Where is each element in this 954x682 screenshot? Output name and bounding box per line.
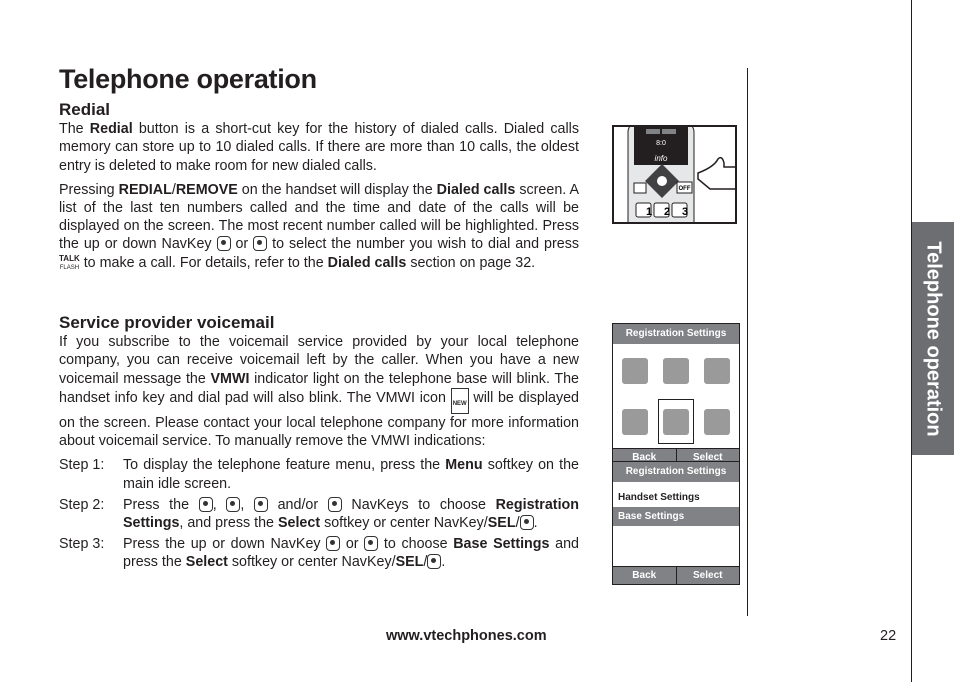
- vmwi-icon: NEW: [450, 387, 469, 415]
- page-title: Telephone operation: [59, 64, 317, 94]
- divider: [747, 68, 748, 616]
- navkey-down-icon: [226, 496, 241, 512]
- voicemail-section: Service provider voicemail If you subscr…: [59, 313, 580, 575]
- page-number: 22: [880, 628, 897, 644]
- svg-text:info: info: [655, 154, 668, 163]
- svg-text:2: 2: [664, 206, 670, 218]
- navkey-right-icon: [327, 496, 342, 512]
- section-heading: Redial: [59, 100, 111, 119]
- registration-settings-icon-screen: Registration Settings Back Select: [612, 323, 740, 467]
- navkey-up-icon: [326, 536, 341, 552]
- back-softkey[interactable]: Back: [613, 567, 676, 584]
- folder-picture-icon[interactable]: [700, 348, 735, 393]
- redial-section: Redial The Redial button is a short-cut …: [59, 100, 580, 278]
- handset-illustration: 8:0 info OFF 1 2 3: [612, 125, 737, 224]
- registration-icon[interactable]: [658, 399, 694, 444]
- step-3: Step 3: Press the up or down NavKey or to…: [59, 536, 579, 571]
- talk-flash-icon: TALK FLASH: [59, 253, 80, 271]
- section-heading: Service provider voicemail: [59, 313, 275, 332]
- svg-text:1: 1: [646, 206, 652, 218]
- navkey-up-icon: [216, 236, 231, 252]
- select-softkey[interactable]: Select: [675, 567, 740, 584]
- off-key-label: OFF: [679, 186, 691, 192]
- folder-music-icon[interactable]: [658, 348, 693, 393]
- svg-text:3: 3: [682, 206, 688, 218]
- screen-title: Registration Settings: [613, 462, 739, 482]
- navkey-left-icon: [253, 496, 268, 512]
- handset-tools-icon[interactable]: [617, 399, 652, 444]
- navkey-down-icon: [364, 536, 379, 552]
- menu-item-handset-settings[interactable]: Handset Settings: [613, 488, 739, 507]
- step-1: Step 1: To display the telephone feature …: [59, 457, 579, 492]
- step-2: Step 2: Press the , , and/or NavKeys to c…: [59, 496, 580, 532]
- navkey-down-icon: [253, 236, 268, 252]
- footer-url[interactable]: www.vtechphones.com: [386, 628, 547, 644]
- registration-settings-menu-screen: Registration Settings Handset Settings B…: [612, 461, 740, 585]
- paragraph: The Redial button is a short-cut key for…: [59, 121, 580, 174]
- navkey-up-icon: [198, 496, 213, 512]
- navkey-center-icon: [427, 554, 442, 570]
- ringer-tone-icon[interactable]: [617, 348, 652, 393]
- paragraph: If you subscribe to the voicemail servic…: [59, 334, 579, 450]
- menu-item-base-settings[interactable]: Base Settings: [613, 507, 739, 526]
- navkey-center-icon: [519, 515, 534, 531]
- side-tab: Telephone operation: [912, 222, 954, 455]
- screen-title: Registration Settings: [613, 324, 739, 344]
- svg-text:8:0: 8:0: [656, 140, 666, 147]
- clock-settings-icon[interactable]: [700, 399, 735, 444]
- paragraph: Pressing REDIAL/REMOVE on the handset wi…: [59, 181, 579, 271]
